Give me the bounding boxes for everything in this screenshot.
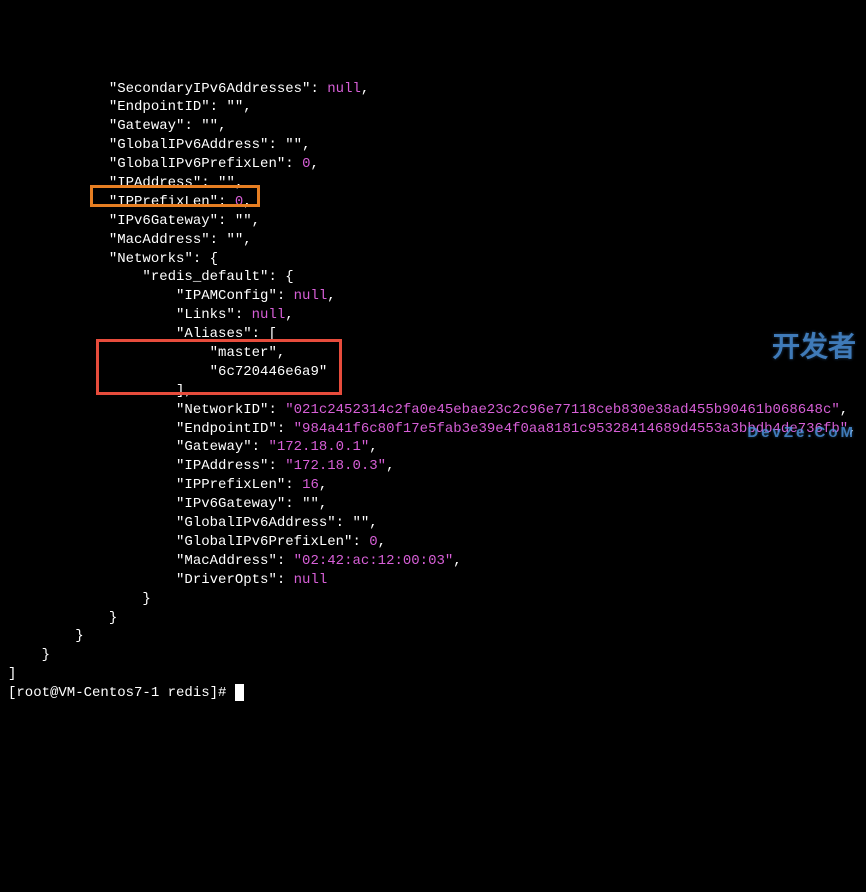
json-line: "SecondaryIPv6Addresses": null,: [8, 81, 369, 97]
json-line: }: [8, 591, 151, 607]
prompt-line[interactable]: [root@VM-Centos7-1 redis]#: [8, 685, 244, 701]
json-line: "IPAddress": "",: [8, 175, 243, 191]
json-line: "Networks": {: [8, 251, 218, 267]
json-line: "EndpointID": "",: [8, 99, 252, 115]
json-line: "NetworkID": "021c2452314c2fa0e45ebae23c…: [8, 402, 848, 418]
json-line: "IPPrefixLen": 0,: [8, 194, 252, 210]
json-line: }: [8, 610, 117, 626]
shell-prompt: [root@VM-Centos7-1 redis]#: [8, 685, 235, 701]
json-line: "Links": null,: [8, 307, 294, 323]
json-line: "Aliases": [: [8, 326, 277, 342]
json-line: ]: [8, 666, 16, 682]
json-line-network-name: "redis_default": {: [8, 269, 294, 285]
json-line-ipaddress: "IPAddress": "172.18.0.3",: [8, 458, 394, 474]
json-line: "EndpointID": "984a41f6c80f17e5fab3e39e4…: [8, 421, 857, 437]
json-line: "master",: [8, 345, 285, 361]
json-line: "IPv6Gateway": "",: [8, 213, 260, 229]
json-line-ipprefixlen: "IPPrefixLen": 16,: [8, 477, 327, 493]
json-line: }: [8, 647, 50, 663]
json-line: "6c720446e6a9": [8, 364, 327, 380]
watermark-main: 开发者: [747, 332, 856, 363]
json-line: "IPv6Gateway": "",: [8, 496, 327, 512]
json-line: "IPAMConfig": null,: [8, 288, 336, 304]
json-line: "GlobalIPv6Address": "",: [8, 137, 310, 153]
json-line: "MacAddress": "",: [8, 232, 252, 248]
json-line: "Gateway": "",: [8, 118, 226, 134]
watermark-sub: DevZe.CoM: [747, 425, 856, 442]
json-line: ],: [8, 383, 193, 399]
json-line: "MacAddress": "02:42:ac:12:00:03",: [8, 553, 462, 569]
cursor: [235, 684, 244, 701]
watermark: 开发者 DevZe.CoM: [747, 271, 856, 472]
json-line-gateway: "Gateway": "172.18.0.1",: [8, 439, 378, 455]
json-line: "GlobalIPv6PrefixLen": 0,: [8, 156, 319, 172]
terminal-output: "SecondaryIPv6Addresses": null, "Endpoin…: [8, 80, 858, 703]
json-line: "GlobalIPv6PrefixLen": 0,: [8, 534, 386, 550]
json-line: "DriverOpts": null: [8, 572, 327, 588]
json-line: "GlobalIPv6Address": "",: [8, 515, 378, 531]
json-line: }: [8, 628, 84, 644]
